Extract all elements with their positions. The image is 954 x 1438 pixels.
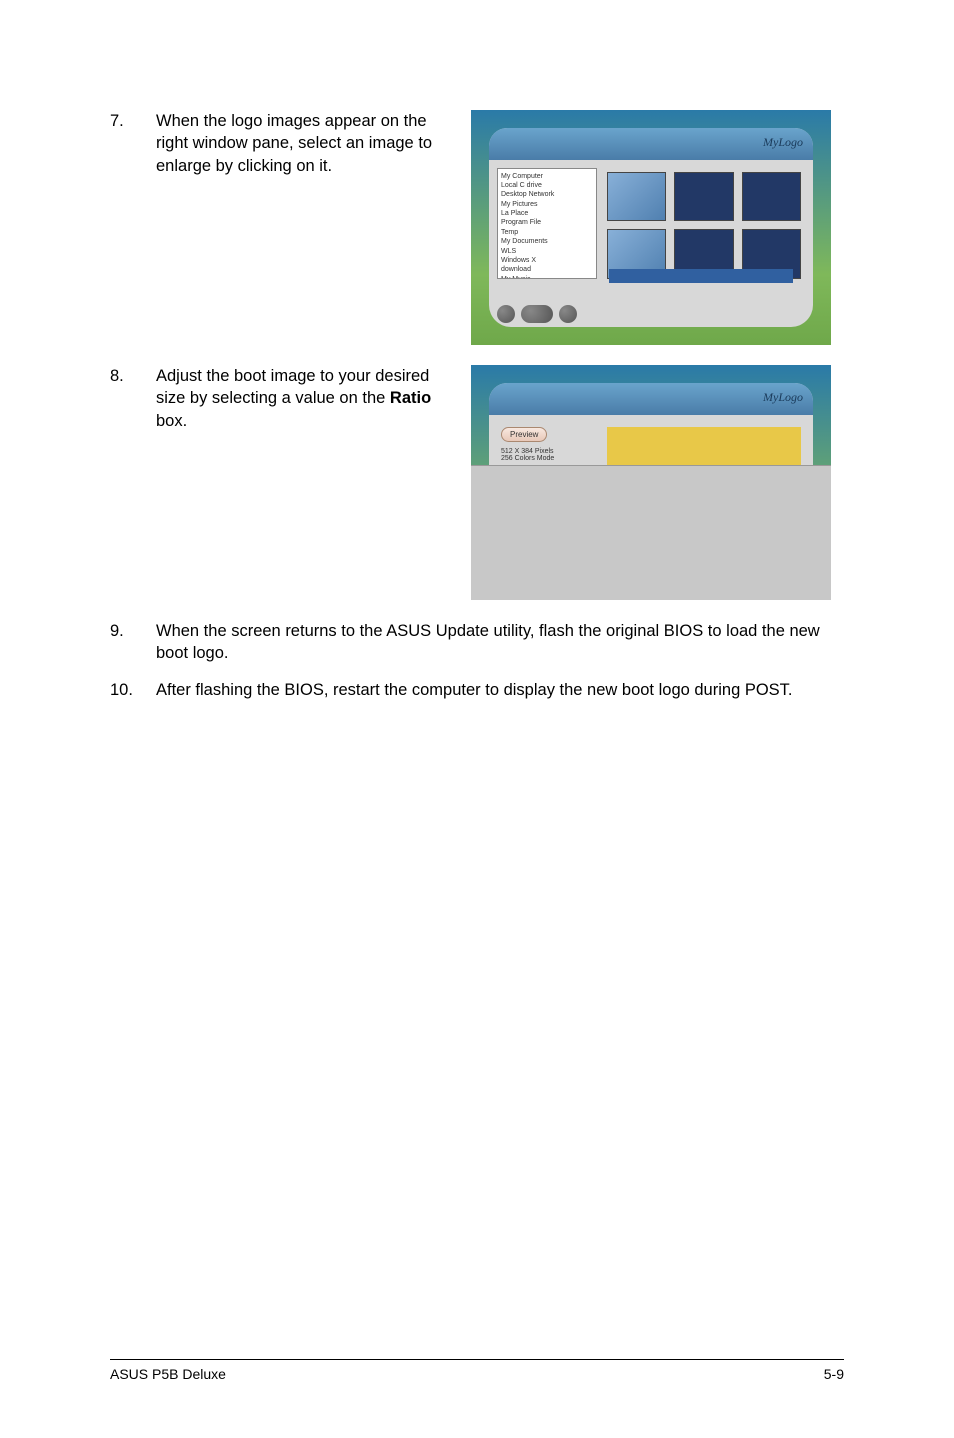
- thumbnail: [674, 172, 733, 221]
- tree-item: La Place: [501, 210, 593, 219]
- footer-page-number: 5-9: [824, 1366, 844, 1382]
- app-logo-text: MyLogo: [763, 390, 803, 405]
- thumbnail: [607, 172, 666, 221]
- app-header: MyLogo: [489, 383, 813, 415]
- nav-button-icon: [521, 305, 553, 323]
- footer-left: ASUS P5B Deluxe: [110, 1366, 226, 1382]
- folder-tree: My Computer Local C drive Desktop Networ…: [497, 168, 597, 279]
- step-text-part: Adjust the boot image to your desired si…: [156, 367, 429, 407]
- step-7-row: 7. When the logo images appear on the ri…: [110, 110, 844, 345]
- app-header: MyLogo: [489, 128, 813, 160]
- step-text: When the logo images appear on the right…: [156, 110, 461, 177]
- step-text-part: box.: [156, 412, 187, 430]
- preview-button: Preview: [501, 427, 547, 442]
- tree-item: Temp: [501, 228, 593, 237]
- tree-item: WLS: [501, 247, 593, 256]
- app-window: MyLogo My Computer Local C drive Desktop…: [489, 128, 813, 327]
- step-8-row: 8. Adjust the boot image to your desired…: [110, 365, 844, 600]
- info-bar: [609, 269, 793, 283]
- tree-item: Desktop Network: [501, 191, 593, 200]
- step-number: 10.: [110, 679, 156, 702]
- tree-item: My Computer: [501, 172, 593, 181]
- thumbnail-grid: [603, 168, 805, 279]
- step-text-bold: Ratio: [390, 389, 431, 407]
- step-9-row: 9. When the screen returns to the ASUS U…: [110, 620, 844, 665]
- screenshot-thumbnail-browser: MyLogo My Computer Local C drive Desktop…: [471, 110, 831, 345]
- preview-meta: 512 X 384 Pixels: [501, 448, 593, 455]
- tree-item: My Documents: [501, 238, 593, 247]
- screenshot-preview: MyLogo Preview 512 X 384 Pixels 256 Colo…: [471, 365, 831, 600]
- tree-item: My Music: [501, 275, 593, 279]
- thumbnail: [742, 172, 801, 221]
- back-button-icon: [497, 305, 515, 323]
- step-10-row: 10. After flashing the BIOS, restart the…: [110, 679, 844, 702]
- step-number: 9.: [110, 620, 156, 643]
- preview-meta: 256 Colors Mode: [501, 455, 593, 462]
- app-logo-text: MyLogo: [763, 135, 803, 150]
- step-text: After flashing the BIOS, restart the com…: [156, 679, 844, 701]
- step-number: 7.: [110, 110, 156, 133]
- forward-button-icon: [559, 305, 577, 323]
- step-number: 8.: [110, 365, 156, 388]
- tree-item: Program File: [501, 219, 593, 228]
- step-text: Adjust the boot image to your desired si…: [156, 365, 461, 432]
- landscape-bar: [471, 465, 831, 600]
- tree-item: My Pictures: [501, 200, 593, 209]
- step-text: When the screen returns to the ASUS Upda…: [156, 620, 844, 665]
- tree-item: download: [501, 266, 593, 275]
- page-footer: ASUS P5B Deluxe 5-9: [110, 1359, 844, 1382]
- tree-item: Local C drive: [501, 181, 593, 190]
- app-footer: [497, 305, 577, 323]
- tree-item: Windows X: [501, 257, 593, 266]
- app-body: My Computer Local C drive Desktop Networ…: [489, 160, 813, 287]
